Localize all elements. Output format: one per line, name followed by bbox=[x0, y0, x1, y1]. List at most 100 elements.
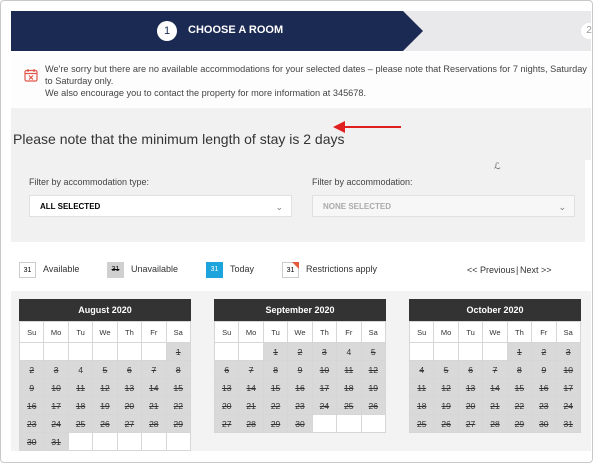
day-cell[interactable]: 4 bbox=[67, 360, 94, 379]
day-cell-unavailable[interactable]: 11 bbox=[408, 378, 435, 397]
day-cell-unavailable[interactable]: 30 bbox=[287, 414, 313, 433]
day-cell-unavailable[interactable]: 9 bbox=[18, 378, 45, 397]
day-cell-unavailable[interactable]: 8 bbox=[506, 360, 533, 379]
day-cell-unavailable[interactable]: 17 bbox=[43, 396, 69, 415]
day-cell-unavailable[interactable]: 8 bbox=[165, 360, 192, 379]
day-cell-unavailable[interactable]: 3 bbox=[555, 342, 582, 361]
day-cell-unavailable[interactable]: 10 bbox=[555, 360, 582, 379]
day-cell-unavailable[interactable]: 22 bbox=[165, 396, 192, 415]
day-cell-unavailable[interactable]: 18 bbox=[336, 378, 362, 397]
day-cell-unavailable[interactable]: 13 bbox=[116, 378, 143, 397]
day-cell-unavailable[interactable]: 5 bbox=[92, 360, 118, 379]
day-cell-unavailable[interactable]: 30 bbox=[18, 432, 45, 451]
day-cell-unavailable[interactable]: 15 bbox=[506, 378, 533, 397]
day-cell-unavailable[interactable]: 6 bbox=[457, 360, 484, 379]
day-cell-unavailable[interactable]: 26 bbox=[92, 414, 118, 433]
day-cell-unavailable[interactable]: 14 bbox=[482, 378, 508, 397]
day-cell-unavailable[interactable]: 12 bbox=[433, 378, 459, 397]
day-cell-unavailable[interactable]: 31 bbox=[43, 432, 69, 451]
day-cell[interactable]: 4 bbox=[336, 342, 362, 361]
day-cell-unavailable[interactable]: 17 bbox=[555, 378, 582, 397]
day-cell-unavailable[interactable]: 31 bbox=[555, 414, 582, 433]
day-cell-unavailable[interactable]: 24 bbox=[555, 396, 582, 415]
day-cell-unavailable[interactable]: 24 bbox=[43, 414, 69, 433]
day-cell-unavailable[interactable]: 26 bbox=[433, 414, 459, 433]
day-cell-unavailable[interactable]: 2 bbox=[531, 342, 557, 361]
day-cell-unavailable[interactable]: 15 bbox=[262, 378, 289, 397]
day-cell-unavailable[interactable]: 16 bbox=[18, 396, 45, 415]
empty-day-cell bbox=[141, 342, 167, 361]
day-cell-unavailable[interactable]: 2 bbox=[287, 342, 313, 361]
day-cell-unavailable[interactable]: 9 bbox=[531, 360, 557, 379]
day-cell-unavailable[interactable]: 6 bbox=[213, 360, 240, 379]
day-cell-unavailable[interactable]: 22 bbox=[506, 396, 533, 415]
day-cell-unavailable[interactable]: 28 bbox=[141, 414, 167, 433]
day-cell-unavailable[interactable]: 5 bbox=[360, 342, 387, 361]
day-cell-unavailable[interactable]: 20 bbox=[116, 396, 143, 415]
day-cell-unavailable[interactable]: 11 bbox=[336, 360, 362, 379]
day-cell-unavailable[interactable]: 25 bbox=[336, 396, 362, 415]
day-cell-unavailable[interactable]: 14 bbox=[238, 378, 264, 397]
day-cell-unavailable[interactable]: 19 bbox=[92, 396, 118, 415]
day-cell-unavailable[interactable]: 23 bbox=[531, 396, 557, 415]
week-row: 9 10 11 12 13 14 15 bbox=[18, 378, 192, 397]
day-cell-unavailable[interactable]: 1 bbox=[262, 342, 289, 361]
day-cell-unavailable[interactable]: 20 bbox=[457, 396, 484, 415]
next-link[interactable]: Next >> bbox=[520, 265, 552, 275]
day-cell-unavailable[interactable]: 7 bbox=[482, 360, 508, 379]
day-cell-unavailable[interactable]: 12 bbox=[360, 360, 387, 379]
day-cell-unavailable[interactable]: 19 bbox=[433, 396, 459, 415]
day-cell-unavailable[interactable]: 10 bbox=[43, 378, 69, 397]
day-cell-unavailable[interactable]: 29 bbox=[262, 414, 289, 433]
day-cell-unavailable[interactable]: 21 bbox=[482, 396, 508, 415]
month-title: September 2020 bbox=[214, 299, 386, 321]
day-cell-unavailable[interactable]: 22 bbox=[262, 396, 289, 415]
day-cell-unavailable[interactable]: 13 bbox=[213, 378, 240, 397]
day-cell-unavailable[interactable]: 12 bbox=[92, 378, 118, 397]
day-cell-unavailable[interactable]: 11 bbox=[67, 378, 94, 397]
accommodation-type-select[interactable]: ALL SELECTED ⌄ bbox=[29, 195, 292, 217]
next-step-badge[interactable]: 2 bbox=[581, 23, 592, 39]
day-cell-unavailable[interactable]: 7 bbox=[141, 360, 167, 379]
day-cell-unavailable[interactable]: 16 bbox=[287, 378, 313, 397]
day-cell-unavailable[interactable]: 27 bbox=[116, 414, 143, 433]
day-cell-unavailable[interactable]: 1 bbox=[506, 342, 533, 361]
day-cell-unavailable[interactable]: 21 bbox=[238, 396, 264, 415]
day-cell-unavailable[interactable]: 10 bbox=[311, 360, 338, 379]
day-cell-unavailable[interactable]: 28 bbox=[482, 414, 508, 433]
day-cell-unavailable[interactable]: 4 bbox=[408, 360, 435, 379]
day-cell-unavailable[interactable]: 5 bbox=[433, 360, 459, 379]
day-cell-unavailable[interactable]: 30 bbox=[531, 414, 557, 433]
day-cell-unavailable[interactable]: 25 bbox=[408, 414, 435, 433]
day-cell-unavailable[interactable]: 14 bbox=[141, 378, 167, 397]
day-cell-unavailable[interactable]: 1 bbox=[165, 342, 192, 361]
day-cell-unavailable[interactable]: 19 bbox=[360, 378, 387, 397]
day-cell-unavailable[interactable]: 13 bbox=[457, 378, 484, 397]
day-cell-unavailable[interactable]: 17 bbox=[311, 378, 338, 397]
previous-link[interactable]: << Previous bbox=[467, 265, 515, 275]
day-cell-unavailable[interactable]: 26 bbox=[360, 396, 387, 415]
day-cell-unavailable[interactable]: 7 bbox=[238, 360, 264, 379]
day-cell-unavailable[interactable]: 15 bbox=[165, 378, 192, 397]
day-cell-unavailable[interactable]: 29 bbox=[165, 414, 192, 433]
day-cell-unavailable[interactable]: 27 bbox=[457, 414, 484, 433]
day-cell-unavailable[interactable]: 3 bbox=[311, 342, 338, 361]
day-cell-unavailable[interactable]: 24 bbox=[311, 396, 338, 415]
day-cell-unavailable[interactable]: 9 bbox=[287, 360, 313, 379]
day-cell-unavailable[interactable]: 18 bbox=[408, 396, 435, 415]
day-cell-unavailable[interactable]: 20 bbox=[213, 396, 240, 415]
accommodation-select[interactable]: NONE SELECTED ⌄ bbox=[312, 195, 575, 217]
day-cell-unavailable[interactable]: 23 bbox=[18, 414, 45, 433]
day-cell-unavailable[interactable]: 2 bbox=[18, 360, 45, 379]
day-cell-unavailable[interactable]: 29 bbox=[506, 414, 533, 433]
day-cell-unavailable[interactable]: 6 bbox=[116, 360, 143, 379]
day-cell-unavailable[interactable]: 21 bbox=[141, 396, 167, 415]
day-cell-unavailable[interactable]: 8 bbox=[262, 360, 289, 379]
day-cell-unavailable[interactable]: 25 bbox=[67, 414, 94, 433]
day-cell-unavailable[interactable]: 16 bbox=[531, 378, 557, 397]
day-cell-unavailable[interactable]: 27 bbox=[213, 414, 240, 433]
day-cell-unavailable[interactable]: 28 bbox=[238, 414, 264, 433]
day-cell-unavailable[interactable]: 23 bbox=[287, 396, 313, 415]
day-cell-unavailable[interactable]: 3 bbox=[43, 360, 69, 379]
day-cell-unavailable[interactable]: 18 bbox=[67, 396, 94, 415]
